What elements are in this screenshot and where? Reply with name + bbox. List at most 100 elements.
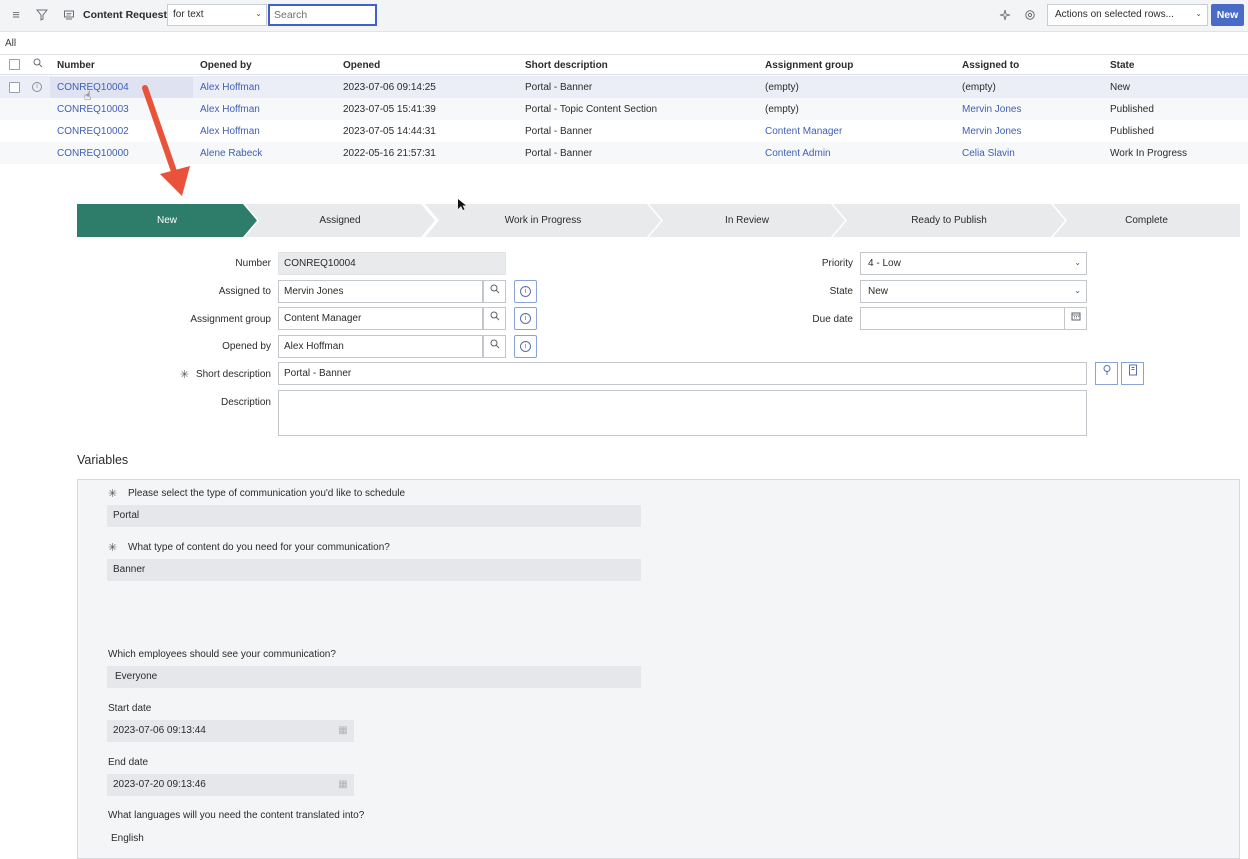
priority-label: Priority: [821, 258, 853, 269]
assignment-group-link[interactable]: Content Manager: [765, 126, 842, 137]
assignment-group-cell: (empty): [765, 104, 799, 115]
variable-question: Which employees should see your communic…: [108, 649, 336, 660]
flow-step-complete: Complete: [1053, 204, 1240, 237]
state-cell: Published: [1110, 126, 1154, 137]
start-date-field: 2023-07-06 09:13:44: [107, 720, 332, 742]
assigned-to-lookup-button[interactable]: [483, 280, 506, 303]
template-button[interactable]: [1121, 362, 1144, 385]
assigned-to-link[interactable]: Mervin Jones: [962, 104, 1021, 115]
book-icon: [1128, 364, 1137, 376]
state-select[interactable]: New ⌄: [860, 280, 1087, 303]
select-all-checkbox[interactable]: [9, 59, 20, 70]
column-header-assigned-to[interactable]: Assigned to: [962, 60, 1019, 71]
lightbulb-icon: [1103, 365, 1110, 375]
opened-by-lookup-button[interactable]: [483, 335, 506, 358]
short-description-cell: Portal - Topic Content Section: [525, 104, 658, 115]
chevron-down-icon: ⌄: [1195, 9, 1202, 18]
assignment-group-link[interactable]: Content Admin: [765, 148, 831, 159]
assigned-to-info-button[interactable]: i: [514, 280, 537, 303]
search-input[interactable]: Search: [268, 4, 377, 26]
hamburger-menu-icon[interactable]: ≡: [8, 7, 24, 23]
assignment-group-field[interactable]: Content Manager: [278, 307, 483, 330]
calendar-icon: ▦: [332, 774, 354, 796]
calendar-icon: [1071, 312, 1080, 321]
opened-cell: 2023-07-05 15:41:39: [343, 104, 436, 115]
new-button[interactable]: New: [1211, 4, 1244, 26]
due-date-calendar-button[interactable]: [1064, 307, 1087, 330]
variable-question: Please select the type of communication …: [128, 488, 406, 499]
due-date-label: Due date: [812, 314, 853, 325]
assignment-group-info-button[interactable]: i: [514, 307, 537, 330]
actions-select-value: Actions on selected rows...: [1055, 9, 1174, 20]
variable-answer: English: [111, 833, 144, 844]
chevron-down-icon: ⌄: [1074, 258, 1081, 267]
search-icon: [490, 284, 499, 294]
state-select-value: New: [868, 286, 889, 297]
list-toolbar: ≡ Content Requests for text ⌄ Search Act…: [0, 0, 1248, 32]
description-field[interactable]: [278, 390, 1087, 436]
record-number-link[interactable]: CONREQ10004: [57, 82, 129, 93]
context-menu-icon[interactable]: [61, 7, 77, 23]
state-label: State: [829, 286, 853, 297]
sparkle-icon[interactable]: [997, 7, 1013, 23]
column-header-opened[interactable]: Opened: [343, 60, 380, 71]
suggestion-button[interactable]: [1095, 362, 1118, 385]
record-number-link[interactable]: CONREQ10003: [57, 104, 129, 115]
variable-answer: Banner: [107, 559, 641, 581]
opened-cell: 2023-07-06 09:14:25: [343, 82, 436, 93]
opened-by-label: Opened by: [222, 341, 271, 352]
variable-answer: Portal: [107, 505, 641, 527]
column-header-opened-by[interactable]: Opened by: [200, 60, 252, 71]
short-description-cell: Portal - Banner: [525, 148, 593, 159]
assigned-to-label: Assigned to: [218, 286, 271, 297]
flow-step-in-review: In Review: [649, 204, 845, 237]
variable-question: What languages will you need the content…: [108, 810, 365, 821]
list-title: Content Requests: [83, 9, 173, 21]
assigned-to-link[interactable]: Mervin Jones: [962, 126, 1021, 137]
table-header: Number Opened by Opened Short descriptio…: [0, 54, 1248, 75]
search-icon: [490, 339, 499, 349]
actions-select[interactable]: Actions on selected rows... ⌄: [1047, 4, 1208, 26]
assignment-group-lookup-button[interactable]: [483, 307, 506, 330]
opened-by-info-button[interactable]: i: [514, 335, 537, 358]
flow-step-ready-to-publish: Ready to Publish: [833, 204, 1065, 237]
start-date-label: Start date: [108, 703, 152, 714]
annotation-arrow-icon: [142, 85, 190, 196]
opened-cell: 2023-07-05 14:44:31: [343, 126, 436, 137]
column-header-assignment-group[interactable]: Assignment group: [765, 60, 853, 71]
due-date-field[interactable]: [860, 307, 1065, 330]
column-header-short-description[interactable]: Short description: [525, 60, 608, 71]
required-icon: ✳: [108, 542, 118, 554]
record-number-link[interactable]: CONREQ10002: [57, 126, 129, 137]
search-icon: [490, 311, 499, 321]
search-field-select-value: for text: [173, 9, 204, 20]
filter-icon[interactable]: [34, 7, 50, 23]
record-number-link[interactable]: CONREQ10000: [57, 148, 129, 159]
column-header-state[interactable]: State: [1110, 60, 1134, 71]
chevron-down-icon: ⌄: [255, 9, 262, 18]
assignment-group-cell: (empty): [765, 82, 799, 93]
hand-cursor-icon: ☝: [84, 89, 92, 103]
assignment-group-label: Assignment group: [190, 314, 271, 325]
gear-icon[interactable]: [1022, 7, 1038, 23]
priority-select[interactable]: 4 - Low ⌄: [860, 252, 1087, 275]
search-icon[interactable]: [30, 57, 46, 73]
calendar-icon: ▦: [332, 720, 354, 742]
info-icon: i: [520, 286, 531, 297]
priority-select-value: 4 - Low: [868, 258, 901, 269]
info-icon: i: [520, 313, 531, 324]
breadcrumb[interactable]: All: [5, 38, 16, 49]
short-description-field[interactable]: Portal - Banner: [278, 362, 1087, 385]
assigned-to-link[interactable]: Celia Slavin: [962, 148, 1015, 159]
assigned-to-field[interactable]: Mervin Jones: [278, 280, 483, 303]
assigned-to-cell: (empty): [962, 82, 996, 93]
variable-question: What type of content do you need for you…: [128, 542, 390, 553]
search-field-select[interactable]: for text ⌄: [167, 4, 267, 26]
opened-by-field[interactable]: Alex Hoffman: [278, 335, 483, 358]
state-cell: New: [1110, 82, 1131, 93]
short-description-cell: Portal - Banner: [525, 82, 593, 93]
variable-answer: Everyone: [107, 666, 641, 688]
description-label: Description: [220, 397, 271, 408]
state-cell: Published: [1110, 104, 1154, 115]
column-header-number[interactable]: Number: [57, 60, 95, 71]
